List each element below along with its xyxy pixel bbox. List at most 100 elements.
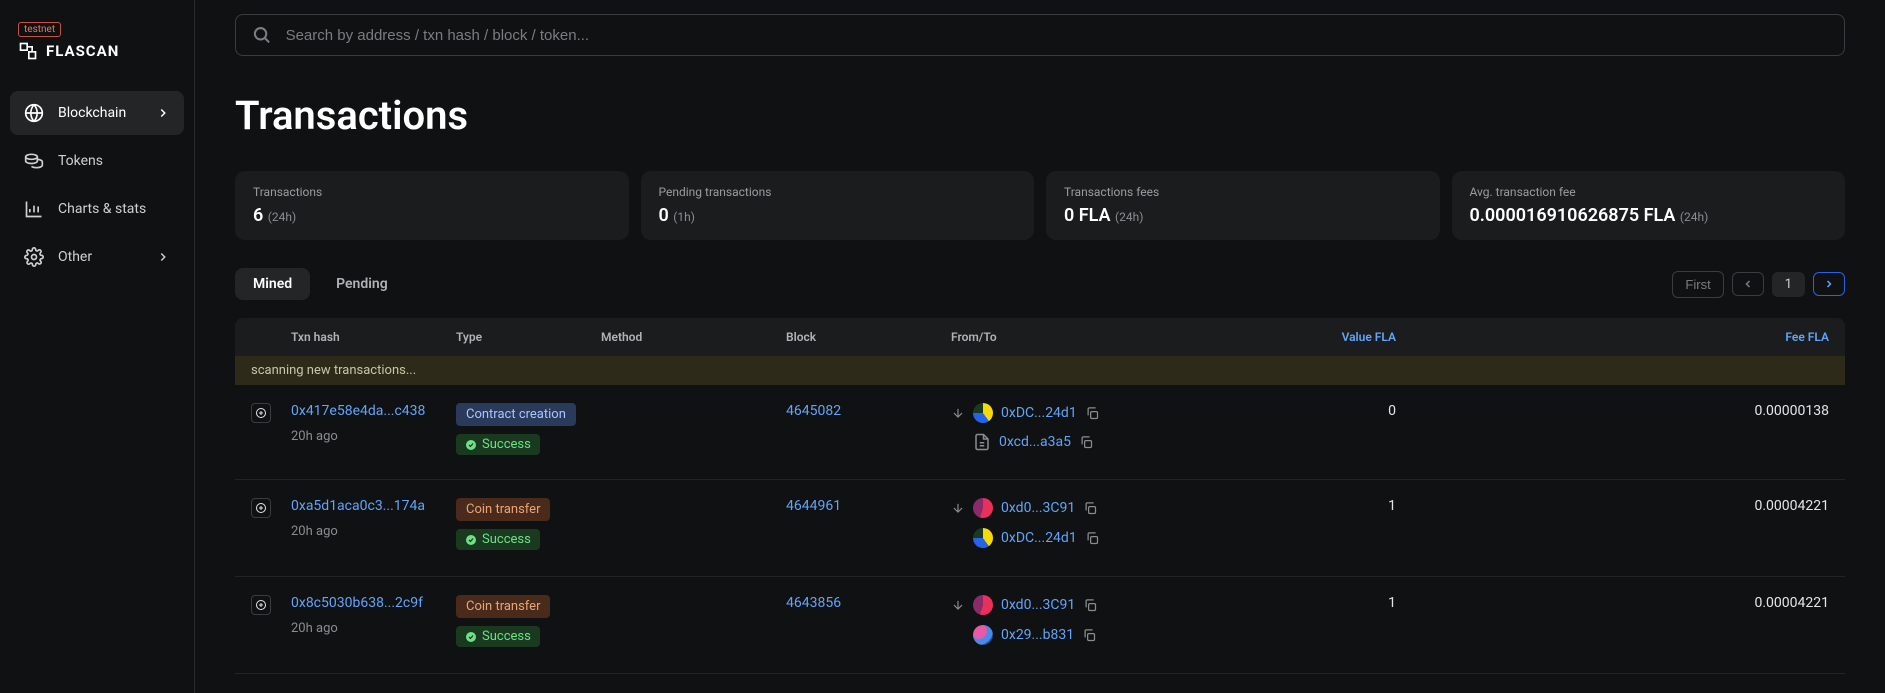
page-number: 1 [1772, 272, 1805, 297]
txn-time: 20h ago [291, 524, 456, 539]
logo-area[interactable]: testnet FLASCAN [10, 20, 184, 91]
sidebar: testnet FLASCAN Blockchain TokensCharts &… [0, 0, 195, 693]
next-page-button[interactable] [1813, 272, 1845, 296]
from-address-link[interactable]: 0xd0...3C91 [1001, 500, 1075, 516]
txn-type-pill: Coin transfer [456, 498, 550, 521]
from-address-link[interactable]: 0xd0...3C91 [1001, 597, 1075, 613]
chevron-right-icon [1823, 278, 1835, 290]
copy-icon[interactable] [1079, 435, 1094, 450]
block-link[interactable]: 4643856 [786, 595, 841, 611]
sidebar-item-blockchain[interactable]: Blockchain [10, 91, 184, 135]
chevron-right-icon [156, 250, 170, 264]
txn-status-pill: Success [456, 529, 540, 550]
stat-card: Transactions 6 (24h) [235, 171, 629, 240]
address-avatar [973, 403, 993, 423]
th-type: Type [456, 330, 601, 344]
stat-card: Pending transactions 0 (1h) [641, 171, 1035, 240]
txn-value: 0 [1216, 403, 1396, 419]
stat-label: Transactions [253, 185, 611, 199]
th-value[interactable]: Value FLA [1216, 330, 1396, 344]
pagination: First 1 [1672, 271, 1845, 298]
sidebar-item-label: Blockchain [58, 105, 126, 121]
copy-icon[interactable] [1085, 531, 1100, 546]
txn-status-pill: Success [456, 434, 540, 455]
coins-icon [24, 151, 44, 171]
table-row: 0x8c5030b638...2c9f 20h agoCoin transfer S… [235, 577, 1845, 674]
arrow-down-icon [951, 501, 965, 515]
tab-mined[interactable]: Mined [235, 268, 310, 300]
address-avatar [973, 595, 993, 615]
gear-icon [24, 247, 44, 267]
txn-fee: 0.00000138 [1396, 403, 1829, 419]
th-fee[interactable]: Fee FLA [1396, 330, 1829, 344]
txn-value: 1 [1216, 498, 1396, 514]
txn-fee: 0.00004221 [1396, 595, 1829, 611]
search-input[interactable] [286, 27, 1828, 44]
to-address-link[interactable]: 0x29...b831 [1001, 627, 1074, 643]
contract-icon [973, 433, 991, 451]
chart-icon [24, 199, 44, 219]
copy-icon[interactable] [1083, 598, 1098, 613]
to-address-link[interactable]: 0xcd...a3a5 [999, 434, 1071, 450]
txn-hash-link[interactable]: 0x8c5030b638...2c9f [291, 595, 456, 611]
expand-row-button[interactable] [251, 595, 271, 615]
page-title: Transactions [235, 92, 1845, 139]
main-content: Transactions Transactions 6 (24h) Pending … [195, 0, 1885, 693]
block-link[interactable]: 4644961 [786, 498, 841, 514]
stats-row: Transactions 6 (24h) Pending transactions 0… [235, 171, 1845, 240]
txn-status-pill: Success [456, 626, 540, 647]
table-header: Txn hash Type Method Block From/To Value… [235, 318, 1845, 356]
stat-card: Transactions fees0 FLA (24h) [1046, 171, 1440, 240]
txn-fee: 0.00004221 [1396, 498, 1829, 514]
stat-label: Pending transactions [659, 185, 1017, 199]
stat-suffix: (24h) [268, 210, 296, 224]
prev-page-button[interactable] [1732, 272, 1764, 296]
txn-hash-link[interactable]: 0x417e58e4da...c438 [291, 403, 456, 419]
copy-icon[interactable] [1082, 628, 1097, 643]
copy-icon[interactable] [1083, 501, 1098, 516]
stat-suffix: (24h) [1115, 210, 1143, 224]
block-link[interactable]: 4645082 [786, 403, 841, 419]
copy-icon[interactable] [1085, 406, 1100, 421]
from-address-link[interactable]: 0xDC...24d1 [1001, 405, 1077, 421]
address-avatar [973, 528, 993, 548]
stat-value: 6 (24h) [253, 205, 611, 226]
tabs: Mined Pending [235, 268, 406, 300]
stat-card: Avg. transaction fee 0.000016910626875 FL… [1452, 171, 1846, 240]
stat-label: Avg. transaction fee [1470, 185, 1828, 199]
th-hash: Txn hash [291, 330, 456, 344]
arrow-down-icon [951, 406, 965, 420]
network-badge: testnet [18, 22, 61, 37]
first-page-button[interactable]: First [1672, 271, 1723, 298]
chevron-left-icon [1742, 278, 1754, 290]
txn-time: 20h ago [291, 429, 456, 444]
search-bar[interactable] [235, 14, 1845, 56]
th-method: Method [601, 330, 786, 344]
txn-time: 20h ago [291, 621, 456, 636]
sidebar-item-tokens[interactable]: Tokens [10, 139, 184, 183]
txn-hash-link[interactable]: 0xa5d1aca0c3...174a [291, 498, 456, 514]
stat-value: 0.000016910626875 FLA (24h) [1470, 205, 1828, 226]
to-address-link[interactable]: 0xDC...24d1 [1001, 530, 1077, 546]
brand-logo-icon [18, 41, 38, 61]
chevron-right-icon [156, 106, 170, 120]
stat-suffix: (1h) [673, 210, 695, 224]
tab-pending[interactable]: Pending [318, 268, 406, 300]
stat-label: Transactions fees [1064, 185, 1422, 199]
address-avatar [973, 498, 993, 518]
sidebar-item-other[interactable]: Other [10, 235, 184, 279]
search-icon [252, 25, 272, 45]
sidebar-item-label: Other [58, 249, 92, 265]
expand-row-button[interactable] [251, 403, 271, 423]
scanning-banner: scanning new transactions... [235, 356, 1845, 385]
txn-type-pill: Contract creation [456, 403, 576, 426]
table-row: 0xa5d1aca0c3...174a 20h agoCoin transfer S… [235, 480, 1845, 577]
brand-name: FLASCAN [46, 42, 119, 60]
table-row: 0x417e58e4da...c438 20h agoContract creat… [235, 385, 1845, 480]
sidebar-item-charts-stats[interactable]: Charts & stats [10, 187, 184, 231]
expand-row-button[interactable] [251, 498, 271, 518]
th-fromto: From/To [951, 330, 1216, 344]
stat-value: 0 (1h) [659, 205, 1017, 226]
address-avatar [973, 625, 993, 645]
txn-type-pill: Coin transfer [456, 595, 550, 618]
